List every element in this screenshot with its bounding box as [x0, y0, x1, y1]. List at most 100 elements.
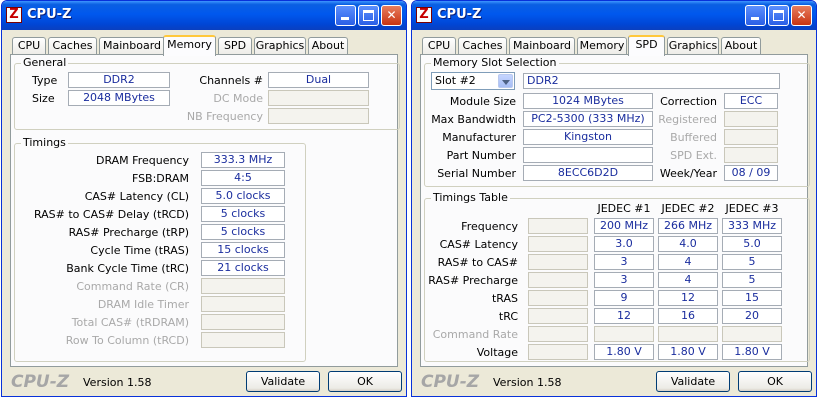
chevron-down-icon[interactable] — [498, 74, 513, 88]
timing-label: Bank Cycle Time (tRC) — [66, 262, 189, 275]
timing-label: FSB:DRAM — [131, 172, 189, 185]
timing-row-label: Voltage — [476, 346, 518, 359]
maximize-icon — [363, 10, 374, 21]
timing-cell: 266 MHz — [658, 218, 718, 234]
timing-value: 15 clocks — [201, 242, 285, 258]
timing-spare-cell — [528, 326, 588, 342]
timing-row-label: RAS# to CAS# — [437, 256, 518, 269]
part-number-label: Part Number — [446, 149, 516, 162]
general-legend: General — [21, 56, 69, 69]
minimize-icon — [341, 17, 349, 20]
tab-cpu[interactable]: CPU — [422, 37, 456, 55]
title-bar[interactable]: Z CPU-Z ✕ — [2, 1, 406, 30]
channels-field: Dual — [268, 72, 369, 88]
type-label: Type — [32, 74, 58, 87]
timing-cell: 4 — [658, 254, 718, 270]
week-year-label: Week/Year — [659, 167, 717, 180]
version-text: Version 1.58 — [83, 376, 152, 389]
size-field: 2048 MBytes — [68, 90, 170, 106]
tab-cpu[interactable]: CPU — [12, 37, 46, 55]
tab-memory[interactable]: Memory — [577, 37, 627, 55]
timing-cell: 1.80 V — [594, 344, 654, 360]
correction-label: Correction — [660, 95, 717, 108]
registered-label: Registered — [658, 113, 717, 126]
timing-value — [201, 278, 285, 294]
timing-cell: 15 — [722, 290, 782, 306]
timing-cell: 200 MHz — [594, 218, 654, 234]
module-size-label: Module Size — [449, 95, 516, 108]
timing-label: Command Rate (CR) — [76, 280, 189, 293]
timing-cell: 3 — [594, 272, 654, 288]
spd-ext-label: SPD Ext. — [670, 149, 717, 162]
maximize-button[interactable] — [358, 5, 379, 26]
cpuz-app-icon[interactable]: Z — [416, 7, 432, 23]
timing-cell: 20 — [722, 308, 782, 324]
correction-field: ECC — [724, 93, 778, 109]
timing-spare-cell — [528, 290, 588, 306]
timings-table-group: Timings Table JEDEC #1 JEDEC #2 JEDEC #3… — [424, 191, 810, 362]
ok-button[interactable]: OK — [738, 371, 812, 392]
timing-cell: 5.0 — [722, 236, 782, 252]
tab-mainboard[interactable]: Mainboard — [509, 37, 575, 55]
timing-spare-cell — [528, 254, 588, 270]
tab-spd[interactable]: SPD — [218, 37, 252, 55]
cpuz-logo: CPU-Z — [421, 372, 480, 392]
tab-memory[interactable]: Memory — [163, 35, 216, 56]
spd-ext-field — [724, 147, 778, 163]
timing-cell — [722, 326, 782, 342]
timing-row-label: tRAS — [491, 292, 518, 305]
ok-button[interactable]: OK — [328, 371, 402, 392]
module-size-field: 1024 MBytes — [523, 93, 653, 109]
timing-value — [201, 296, 285, 312]
timings-group: Timings DRAM Frequency 333.3 MHz FSB:DRA… — [14, 136, 306, 362]
type-field: DDR2 — [68, 72, 170, 88]
timing-value — [201, 332, 285, 348]
slot-legend: Memory Slot Selection — [431, 56, 559, 69]
timing-cell: 4.0 — [658, 236, 718, 252]
tab-about[interactable]: About — [721, 37, 761, 55]
timing-cell — [594, 326, 654, 342]
tab-graphics[interactable]: Graphics — [667, 37, 719, 55]
max-bandwidth-field: PC2-5300 (333 MHz) — [523, 111, 653, 127]
tab-bar: CPU Caches Mainboard Memory SPD Graphics… — [420, 35, 808, 56]
timing-label: Total CAS# (tRDRAM) — [71, 316, 189, 329]
tab-caches[interactable]: Caches — [48, 37, 97, 55]
timing-cell: 333 MHz — [722, 218, 782, 234]
maximize-button[interactable] — [768, 5, 789, 26]
slot-select[interactable]: Slot #2 — [431, 72, 515, 90]
registered-field — [724, 111, 778, 127]
timing-label: Row To Column (tRCD) — [65, 334, 189, 347]
spd-panel: Memory Slot Selection Slot #2 DDR2 Modul… — [420, 54, 810, 367]
timing-value — [201, 314, 285, 330]
minimize-button[interactable] — [745, 5, 766, 26]
cpuz-logo: CPU-Z — [11, 372, 70, 392]
minimize-button[interactable] — [335, 5, 356, 26]
timing-cell: 3 — [594, 254, 654, 270]
timing-spare-cell — [528, 272, 588, 288]
manufacturer-field: Kingston — [523, 129, 653, 145]
tab-mainboard[interactable]: Mainboard — [99, 37, 165, 55]
validate-button[interactable]: Validate — [246, 371, 320, 392]
title-bar[interactable]: Z CPU-Z ✕ — [412, 1, 816, 30]
close-icon: ✕ — [386, 8, 397, 22]
tab-graphics[interactable]: Graphics — [254, 37, 306, 55]
close-button[interactable]: ✕ — [381, 5, 402, 26]
window-title: CPU-Z — [27, 7, 72, 22]
week-year-field: 08 / 09 — [724, 165, 778, 181]
tab-caches[interactable]: Caches — [458, 37, 507, 55]
column-header: JEDEC #3 — [725, 202, 779, 215]
timing-label: RAS# Precharge (tRP) — [68, 226, 189, 239]
cpuz-spd-window: Z CPU-Z ✕ CPU Caches Mainboard Memory SP… — [411, 0, 817, 397]
close-button[interactable]: ✕ — [791, 5, 812, 26]
tab-about[interactable]: About — [308, 37, 348, 55]
minimize-icon — [751, 17, 759, 20]
timing-value: 5 clocks — [201, 224, 285, 240]
tab-bar: CPU Caches Mainboard Memory SPD Graphics… — [10, 35, 398, 56]
timing-cell: 5 — [722, 254, 782, 270]
tab-spd[interactable]: SPD — [628, 35, 665, 56]
timing-label: Cycle Time (tRAS) — [90, 244, 189, 257]
validate-button[interactable]: Validate — [656, 371, 730, 392]
serial-number-label: Serial Number — [437, 167, 516, 180]
timing-cell: 16 — [658, 308, 718, 324]
cpuz-app-icon[interactable]: Z — [6, 7, 22, 23]
